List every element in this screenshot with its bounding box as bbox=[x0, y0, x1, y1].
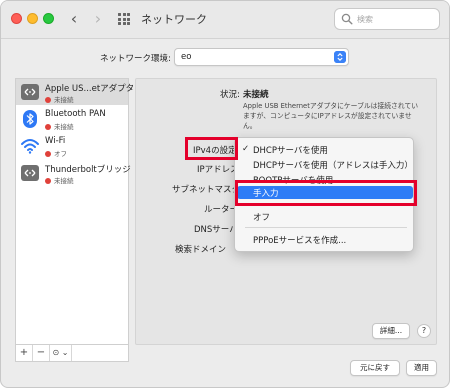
service-item-bluetooth-pan[interactable]: Bluetooth PAN 未接続 bbox=[16, 106, 128, 132]
thunderbolt-bridge-icon bbox=[21, 165, 39, 181]
service-status: オフ bbox=[45, 148, 67, 158]
remove-service-button[interactable]: − bbox=[33, 345, 50, 361]
revert-button[interactable]: 元に戻す bbox=[350, 360, 400, 376]
network-preferences-window: ‹ › ネットワーク 検索 ネットワーク環境: eo Apple US...et… bbox=[0, 0, 450, 388]
search-domain-label: 検索ドメイン bbox=[175, 245, 227, 255]
close-window-button[interactable] bbox=[11, 13, 22, 24]
service-name: Wi-Fi bbox=[45, 136, 66, 146]
menu-item-dhcp[interactable]: ✓ DHCPサーバを使用 bbox=[237, 143, 413, 156]
status-dot-icon bbox=[45, 124, 51, 130]
sidebar-toolbar: + − ⊙ ⌄ bbox=[15, 345, 129, 362]
zoom-window-button[interactable] bbox=[43, 13, 54, 24]
status-dot-icon bbox=[45, 178, 51, 184]
search-placeholder: 検索 bbox=[357, 15, 373, 24]
ipv4-highlight-box bbox=[185, 137, 238, 160]
action-menu-button[interactable]: ⊙ ⌄ bbox=[50, 345, 72, 361]
status-dot-icon bbox=[45, 151, 51, 157]
wifi-icon bbox=[21, 139, 39, 154]
help-button[interactable]: ? bbox=[417, 324, 431, 338]
location-label: ネットワーク環境: bbox=[100, 54, 171, 64]
search-icon bbox=[341, 13, 353, 25]
menu-item-off[interactable]: オフ bbox=[237, 210, 413, 223]
service-status: 未接続 bbox=[45, 94, 74, 104]
ip-address-label: IPアドレス bbox=[197, 165, 239, 175]
manual-highlight-box bbox=[235, 180, 417, 206]
dns-server-label: DNSサーバ bbox=[194, 225, 238, 235]
back-arrow-icon[interactable]: ‹ bbox=[67, 10, 81, 28]
menu-item-create-pppoe[interactable]: PPPoEサービスを作成... bbox=[237, 233, 413, 246]
checkmark-icon: ✓ bbox=[242, 144, 250, 154]
router-label: ルーター bbox=[204, 205, 239, 215]
service-list: Apple US...etアダプタ 未接続 Bluetooth PAN 未接続 … bbox=[15, 78, 134, 345]
advanced-button[interactable]: 詳細... bbox=[372, 323, 410, 339]
location-select[interactable]: eo bbox=[174, 48, 349, 66]
search-input[interactable]: 検索 bbox=[334, 8, 440, 30]
minimize-window-button[interactable] bbox=[27, 13, 38, 24]
service-item-wifi[interactable]: Wi-Fi オフ bbox=[16, 133, 128, 159]
subnet-mask-label: サブネットマスク bbox=[172, 185, 241, 195]
service-name: Thunderboltブリッジ bbox=[45, 165, 131, 175]
ethernet-icon bbox=[21, 84, 39, 100]
select-stepper-icon bbox=[334, 51, 346, 63]
service-item-ethernet[interactable]: Apple US...etアダプタ 未接続 bbox=[16, 79, 134, 105]
bluetooth-icon bbox=[23, 110, 37, 128]
service-name: Apple US...etアダプタ bbox=[45, 84, 135, 94]
titlebar: ‹ › ネットワーク 検索 bbox=[1, 1, 449, 39]
service-status: 未接続 bbox=[45, 121, 74, 131]
apply-button[interactable]: 適用 bbox=[406, 360, 437, 376]
service-item-thunderbolt-bridge[interactable]: Thunderboltブリッジ 未接続 bbox=[16, 160, 131, 186]
add-service-button[interactable]: + bbox=[16, 345, 33, 361]
status-label: 状況: bbox=[220, 90, 240, 100]
location-value: eo bbox=[181, 52, 192, 62]
menu-separator bbox=[245, 227, 407, 228]
status-value: 未接続 bbox=[243, 90, 269, 100]
window-title: ネットワーク bbox=[141, 13, 207, 26]
status-description: Apple USB Ethernetアダプタにケーブルは接続されていますが、コン… bbox=[243, 102, 419, 130]
status-dot-icon bbox=[45, 97, 51, 103]
forward-arrow-icon[interactable]: › bbox=[91, 10, 105, 28]
show-all-grid-icon[interactable] bbox=[118, 13, 130, 25]
service-status: 未接続 bbox=[45, 175, 74, 185]
menu-item-dhcp-manual-address[interactable]: DHCPサーバを使用（アドレスは手入力） bbox=[237, 158, 413, 171]
service-name: Bluetooth PAN bbox=[45, 109, 106, 119]
